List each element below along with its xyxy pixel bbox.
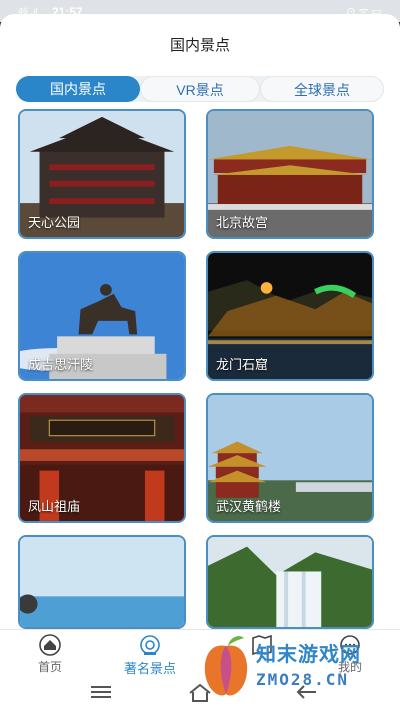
spot-card-seaside[interactable]: [18, 535, 186, 629]
page-title: 国内景点: [169, 37, 230, 54]
nav-famous-spots[interactable]: 著名景点: [110, 634, 190, 677]
spot-card-yellow-crane[interactable]: 武汉黄鹤楼: [206, 393, 374, 523]
spot-card-genghis-khan[interactable]: 成吉思汗陵: [18, 251, 186, 381]
spot-card-fengshan[interactable]: 凤山祖庙: [18, 393, 186, 523]
home-icon: [39, 634, 61, 656]
spot-card-tianxin[interactable]: 天心公园: [18, 109, 186, 239]
tab-global[interactable]: 全球景点: [260, 76, 384, 102]
tab-vr[interactable]: VR景点: [140, 76, 260, 102]
spot-card-waterfall[interactable]: [206, 535, 374, 629]
header: 国内景点: [0, 14, 400, 72]
spot-label: 武汉黄鹤楼: [216, 499, 282, 514]
tab-domestic[interactable]: 国内景点: [16, 76, 140, 102]
watermark-logo-icon: [204, 636, 248, 696]
nav-home-label: 首页: [37, 660, 62, 674]
spot-image: [20, 537, 184, 627]
menu-icon[interactable]: [90, 683, 112, 701]
spot-grid: 天心公园 北京故宫 成吉思汗陵 龙门石窟 凤山祖庙 武汉黄鹤楼: [0, 109, 400, 629]
watermark-url: ZMO28.CN: [256, 670, 350, 689]
tab-bar: 国内景点 VR景点 全球景点: [16, 76, 384, 102]
camera-icon: [140, 635, 160, 655]
spot-label: 龙门石窟: [216, 357, 269, 372]
spot-card-longmen[interactable]: 龙门石窟: [206, 251, 374, 381]
spot-card-forbidden-city[interactable]: 北京故宫: [206, 109, 374, 239]
app-screen: 国内景点 国内景点 VR景点 全球景点 天心公园 北京故宫 成吉思汗陵 龙门石窟…: [0, 14, 400, 711]
nav-famous-spots-label: 著名景点: [123, 661, 176, 676]
watermark-text: 知末游戏网: [256, 644, 361, 666]
spot-label: 北京故宫: [216, 215, 269, 230]
spot-image: [208, 537, 372, 627]
spot-label: 天心公园: [28, 215, 81, 230]
watermark: 知末游戏网 ZMO28.CN: [198, 632, 398, 711]
spot-label: 凤山祖庙: [28, 499, 81, 514]
nav-home[interactable]: 首页: [10, 634, 90, 675]
spot-label: 成吉思汗陵: [28, 357, 94, 372]
